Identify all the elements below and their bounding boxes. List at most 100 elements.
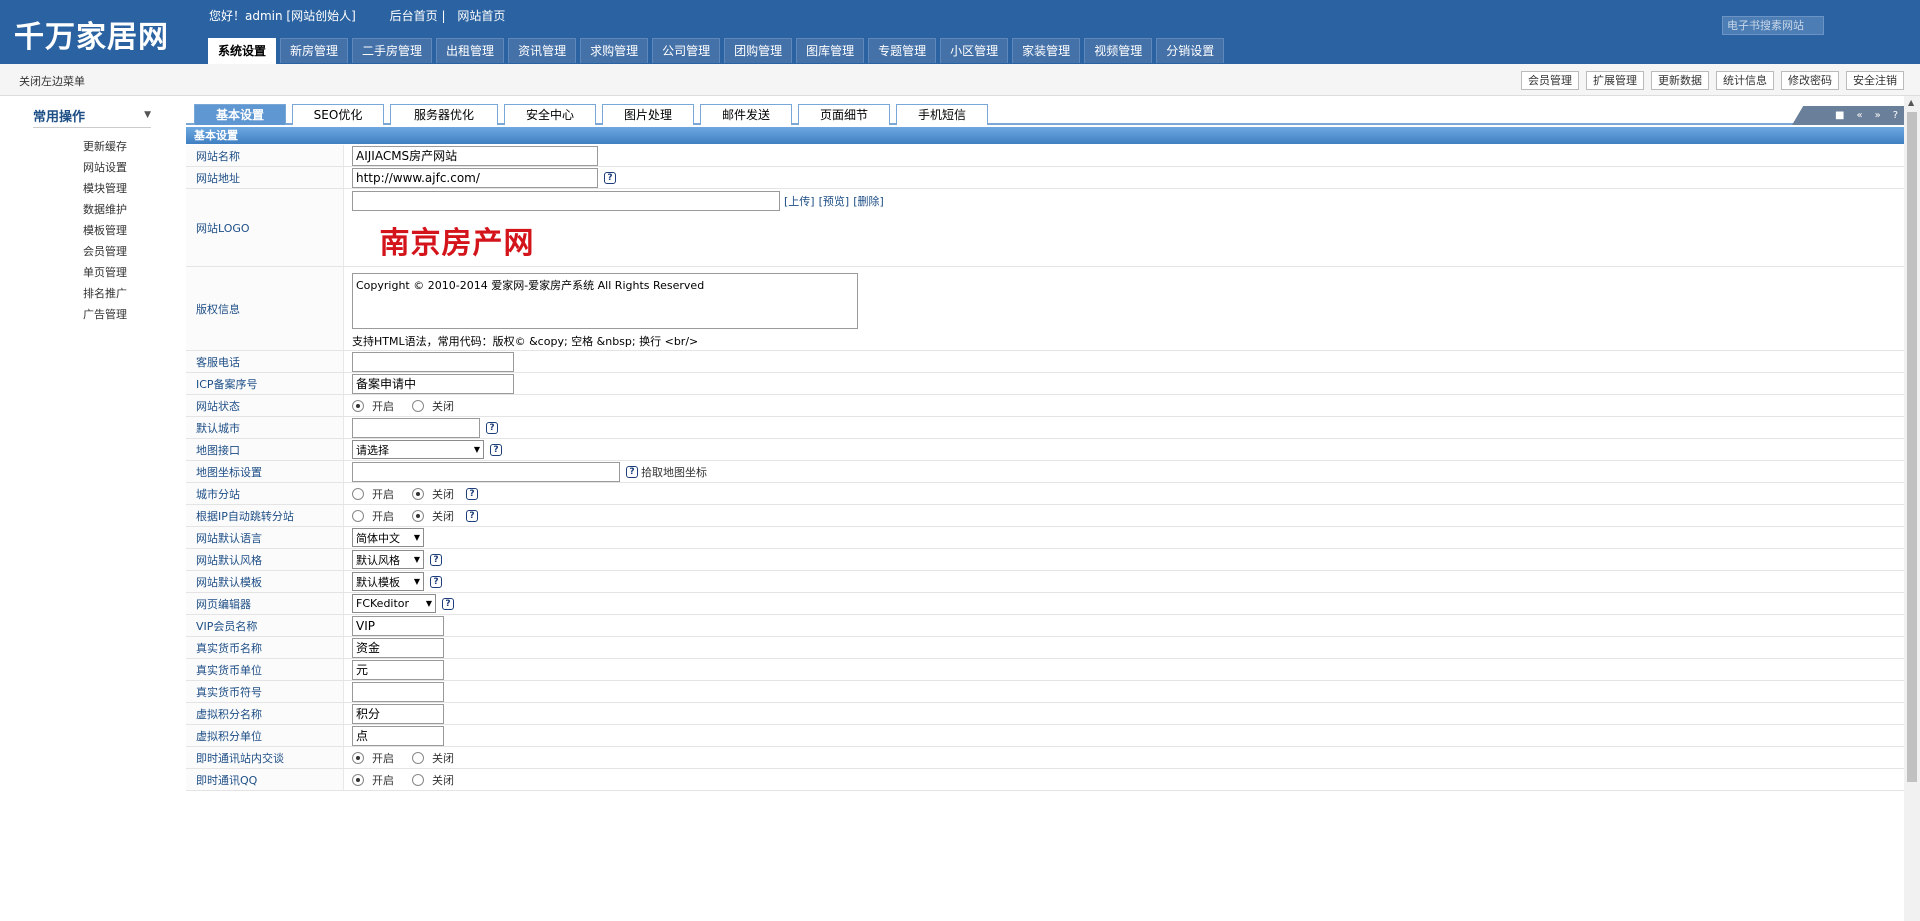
member-manage-button[interactable]: 会员管理 (1521, 71, 1579, 90)
collapse-arrow-icon[interactable]: ▼ (144, 110, 151, 120)
help-icon[interactable]: ? (626, 465, 638, 478)
nav-tab-rent[interactable]: 出租管理 (436, 38, 505, 63)
credit-unit-input[interactable]: 点 (352, 725, 444, 746)
nav-tab-newhouse[interactable]: 新房管理 (280, 38, 349, 63)
label-im-qq: 即时通讯QQ (186, 769, 344, 790)
money-symbol-input[interactable] (352, 681, 444, 702)
update-data-button[interactable]: 更新数据 (1651, 71, 1709, 90)
vip-name-input[interactable]: VIP (352, 615, 444, 636)
help-icon[interactable]: ? (490, 443, 502, 456)
tab-page-detail[interactable]: 页面细节 (798, 104, 890, 125)
site-url-input[interactable]: http://www.ajfc.com/ (352, 167, 598, 188)
im-chat-off-radio[interactable]: 关闭 (412, 750, 454, 766)
help-icon[interactable]: ? (466, 487, 478, 500)
sidebar-item-update-cache[interactable]: 更新缓存 (83, 136, 127, 157)
help-icon[interactable]: ? (442, 597, 454, 610)
tab-image[interactable]: 图片处理 (602, 104, 694, 125)
city-site-off-radio[interactable]: 关闭 (412, 486, 454, 502)
help-icon[interactable]: ? (486, 421, 498, 434)
label-site-url: 网站地址 (186, 167, 344, 188)
im-qq-off-radio[interactable]: 关闭 (412, 772, 454, 788)
default-style-select[interactable]: 默认风格 ▼ (352, 550, 424, 569)
label-money-symbol: 真实货币符号 (186, 681, 344, 702)
icp-input[interactable]: 备案申请中 (352, 373, 514, 394)
tab-seo[interactable]: SEO优化 (292, 104, 384, 125)
sidebar-item-data-maintain[interactable]: 数据维护 (83, 199, 127, 220)
tab-server[interactable]: 服务器优化 (390, 104, 498, 125)
default-lang-select[interactable]: 简体中文 ▼ (352, 528, 424, 547)
tab-sms[interactable]: 手机短信 (896, 104, 988, 125)
im-chat-on-radio[interactable]: 开启 (352, 750, 394, 766)
label-service-phone: 客服电话 (186, 351, 344, 372)
sidebar-header[interactable]: 常用操作 ▼ (33, 106, 151, 128)
sidebar-item-members[interactable]: 会员管理 (83, 241, 127, 262)
nav-tab-secondhand[interactable]: 二手房管理 (352, 38, 433, 63)
help-icon[interactable]: ? (430, 575, 442, 588)
tab-mail[interactable]: 邮件发送 (700, 104, 792, 125)
delete-logo-link[interactable]: [删除] (853, 193, 884, 209)
tab-basic[interactable]: 基本设置 (194, 104, 286, 125)
default-city-input[interactable] (352, 417, 480, 438)
toggle-left-menu-button[interactable]: 关闭左边菜单 (19, 73, 85, 89)
preview-logo-link[interactable]: [预览] (819, 193, 850, 209)
scroll-up-icon[interactable]: ▲ (1908, 98, 1914, 107)
map-coords-input[interactable] (352, 461, 620, 482)
help-icon[interactable]: ? (430, 553, 442, 566)
site-status-on-radio[interactable]: 开启 (352, 398, 394, 414)
site-status-off-radio[interactable]: 关闭 (412, 398, 454, 414)
nav-tab-wanted[interactable]: 求购管理 (580, 38, 649, 63)
copyright-textarea[interactable]: Copyright © 2010-2014 爱家网-爱家房产系统 All Rig… (352, 273, 858, 329)
upload-logo-link[interactable]: [上传] (784, 193, 815, 209)
sidebar-item-ads[interactable]: 广告管理 (83, 304, 127, 325)
change-password-button[interactable]: 修改密码 (1781, 71, 1839, 90)
nav-tab-topic[interactable]: 专题管理 (868, 38, 937, 63)
sidebar-item-modules[interactable]: 模块管理 (83, 178, 127, 199)
extension-manage-button[interactable]: 扩展管理 (1586, 71, 1644, 90)
money-name-input[interactable]: 资金 (352, 637, 444, 658)
map-api-select[interactable]: 请选择 ▼ (352, 440, 484, 459)
scroll-thumb[interactable] (1907, 112, 1917, 782)
nav-tab-company[interactable]: 公司管理 (652, 38, 721, 63)
nav-tab-news[interactable]: 资讯管理 (508, 38, 577, 63)
ip-redirect-off-radio[interactable]: 关闭 (412, 508, 454, 524)
page-scrollbar[interactable]: ▲ (1904, 96, 1920, 921)
sidebar-item-pages[interactable]: 单页管理 (83, 262, 127, 283)
service-phone-input[interactable] (352, 351, 514, 372)
tab-security[interactable]: 安全中心 (504, 104, 596, 125)
label-credit-unit: 虚拟积分单位 (186, 725, 344, 746)
credit-name-input[interactable]: 积分 (352, 703, 444, 724)
sidebar-item-ranking[interactable]: 排名推广 (83, 283, 127, 304)
help-icon[interactable]: ? (604, 171, 616, 184)
next-icon[interactable]: » (1875, 106, 1881, 125)
nav-tab-decoration[interactable]: 家装管理 (1012, 38, 1081, 63)
statistics-button[interactable]: 统计信息 (1716, 71, 1774, 90)
row-service-phone: 客服电话 (186, 351, 1904, 373)
search-input[interactable]: 电子书搜素网站 (1722, 16, 1824, 35)
stop-icon[interactable]: ■ (1835, 106, 1844, 125)
editor-select[interactable]: FCKeditor ▼ (352, 594, 436, 613)
nav-tab-community[interactable]: 小区管理 (940, 38, 1009, 63)
help-icon[interactable]: ? (466, 509, 478, 522)
nav-tab-distribution[interactable]: 分销设置 (1156, 38, 1225, 63)
help-icon[interactable]: ? (1893, 106, 1898, 125)
nav-tab-video[interactable]: 视频管理 (1084, 38, 1153, 63)
sidebar-item-site-settings[interactable]: 网站设置 (83, 157, 127, 178)
site-name-input[interactable]: AIJIACMS房产网站 (352, 145, 598, 166)
logo-path-input[interactable] (352, 191, 780, 211)
default-template-select[interactable]: 默认模板 ▼ (352, 572, 424, 591)
pick-coords-link[interactable]: 拾取地图坐标 (641, 464, 707, 480)
row-default-style: 网站默认风格 默认风格 ▼ ? (186, 549, 1904, 571)
backend-home-link[interactable]: 后台首页 (390, 9, 438, 23)
nav-tab-system[interactable]: 系统设置 (208, 38, 277, 64)
nav-tab-groupbuy[interactable]: 团购管理 (724, 38, 793, 63)
city-site-on-radio[interactable]: 开启 (352, 486, 394, 502)
site-home-link[interactable]: 网站首页 (457, 9, 505, 23)
im-qq-on-radio[interactable]: 开启 (352, 772, 394, 788)
row-site-logo: 网站LOGO [上传] [预览] [删除] 南京房产网 (186, 189, 1904, 267)
logout-button[interactable]: 安全注销 (1846, 71, 1904, 90)
prev-icon[interactable]: « (1856, 106, 1862, 125)
nav-tab-gallery[interactable]: 图库管理 (796, 38, 865, 63)
ip-redirect-on-radio[interactable]: 开启 (352, 508, 394, 524)
sidebar-item-templates[interactable]: 模板管理 (83, 220, 127, 241)
money-unit-input[interactable]: 元 (352, 659, 444, 680)
